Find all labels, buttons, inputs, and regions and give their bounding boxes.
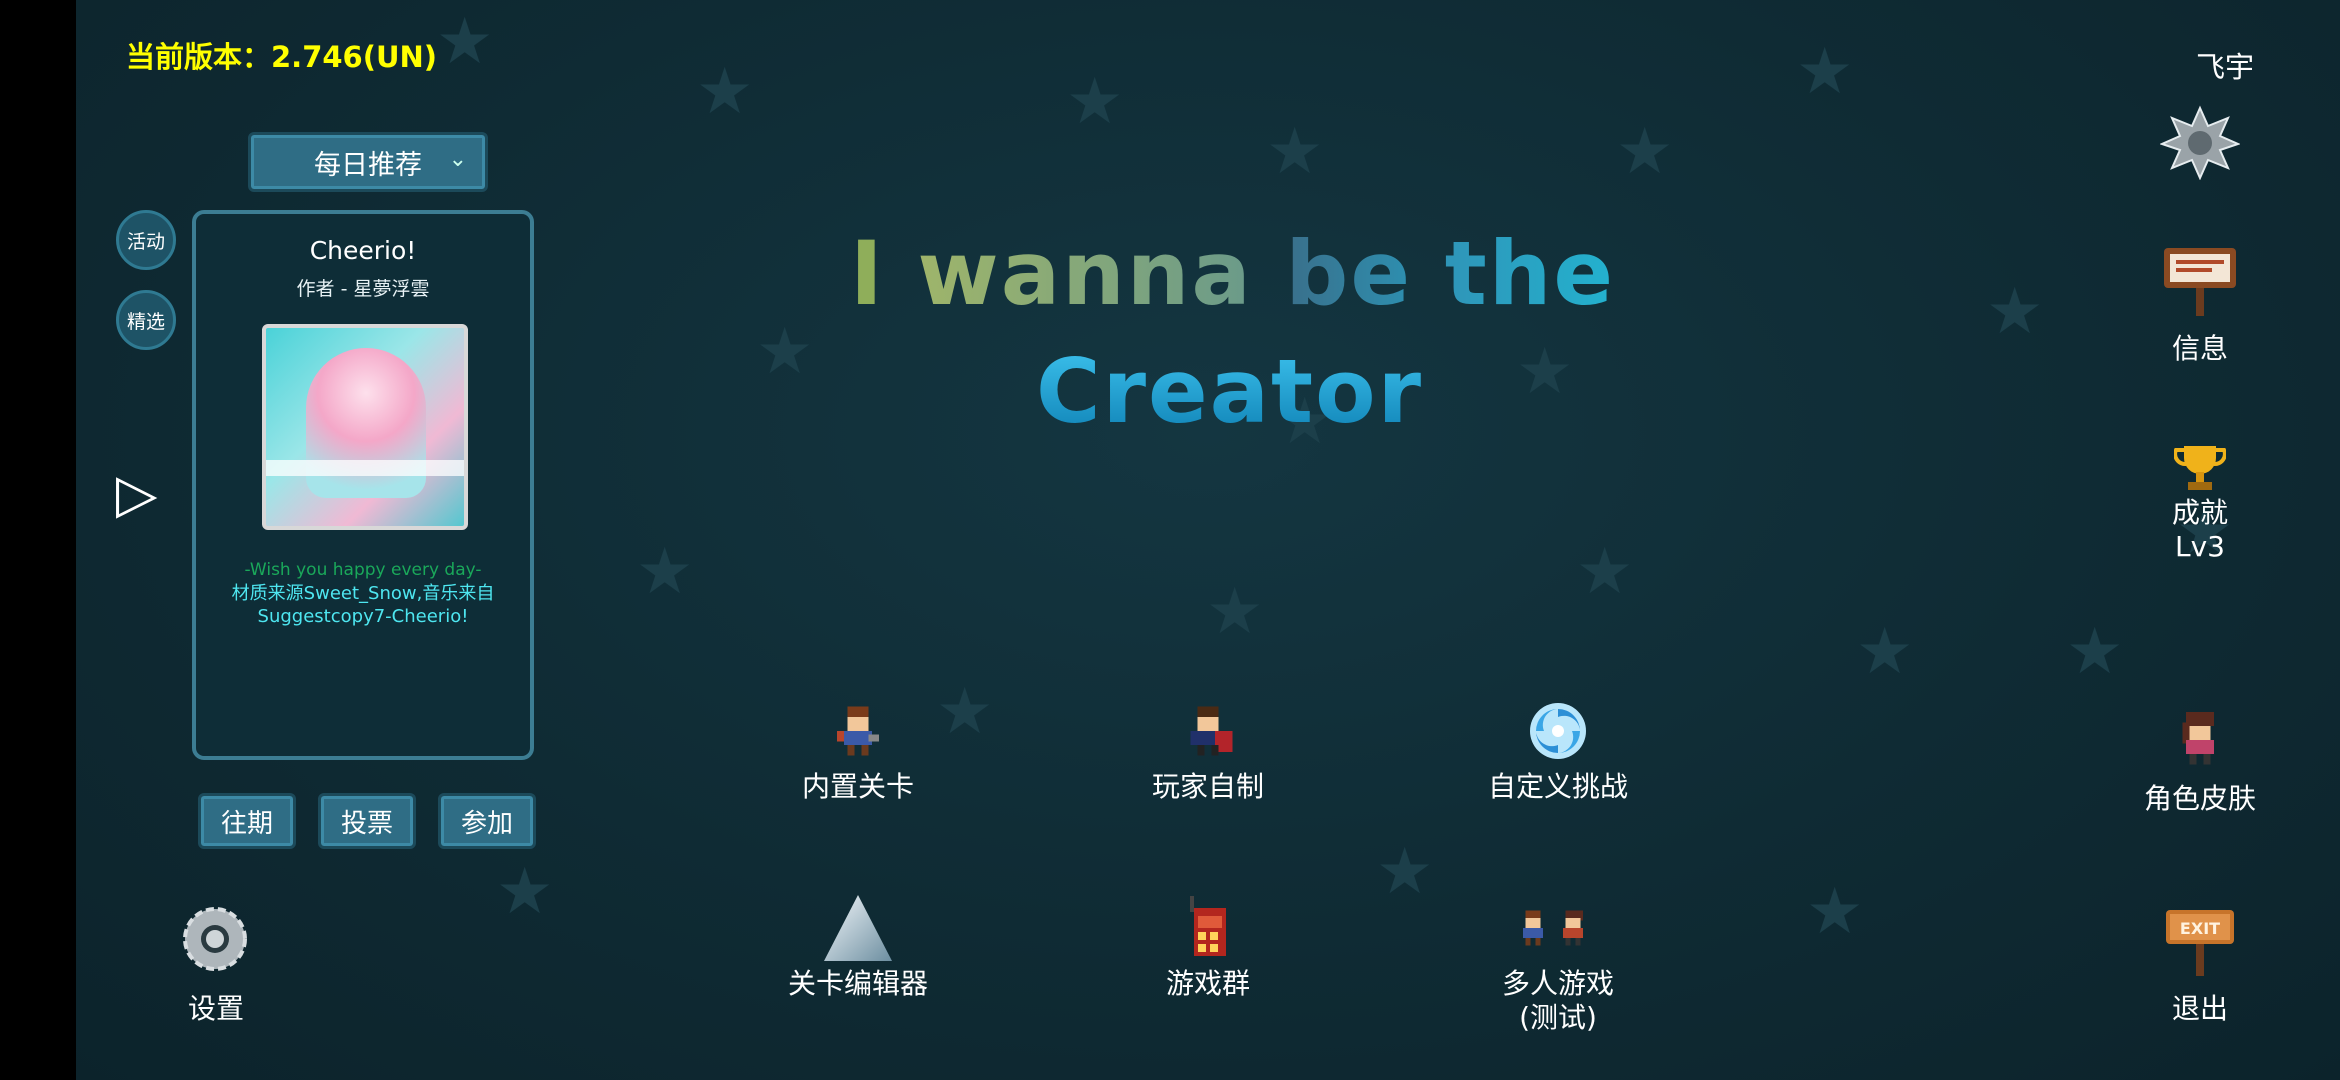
character-skin-icon[interactable] [2172, 712, 2228, 772]
title-word-be: be [1285, 222, 1413, 325]
level-title: Cheerio! [309, 236, 417, 265]
activity-button[interactable]: 活动 [116, 210, 176, 270]
achievement-level: Lv3 [2175, 530, 2225, 563]
featured-button[interactable]: 精选 [116, 290, 176, 350]
star-decoration: ★ [436, 5, 494, 79]
dropdown-selected: 每日推荐 [314, 149, 422, 181]
character-skin-label[interactable]: 角色皮肤 [2125, 782, 2275, 815]
recommend-dropdown[interactable]: 每日推荐 ⌄ [248, 132, 488, 192]
star-decoration: ★ [1206, 575, 1264, 649]
star-decoration: ★ [636, 535, 694, 609]
past-button-label: 往期 [220, 808, 273, 839]
past-button[interactable]: 往期 [198, 793, 296, 849]
game-title-line2: Creator [1036, 340, 1423, 443]
achievement-label[interactable]: 成就 [2140, 496, 2260, 529]
star-decoration: ★ [1516, 335, 1574, 409]
join-button-label: 参加 [460, 808, 513, 839]
daily-level-card[interactable]: Cheerio! 作者 - 星夢浮雲 -Wish you happy every… [192, 210, 534, 760]
level-description-line2: 材质来源Sweet_Snow,音乐来自Suggestcopy7-Cheerio! [231, 583, 495, 627]
thumbnail-band [266, 460, 464, 476]
star-decoration: ★ [1796, 35, 1854, 109]
multiplayer-button[interactable]: 多人游戏 (测试) [1443, 895, 1673, 1035]
exit-sign-text: EXIT [2180, 919, 2220, 938]
multiplayer-test-label: (测试) [1519, 1001, 1597, 1034]
settings-label[interactable]: 设置 [156, 992, 276, 1025]
play-icon[interactable]: ▷ [116, 462, 158, 525]
exit-button[interactable]: 退出 [2140, 992, 2260, 1025]
level-author: 作者 - 星夢浮雲 [296, 278, 430, 300]
level-description-line1: -Wish you happy every day- [244, 560, 482, 580]
kid-sprite-icon [743, 698, 973, 764]
game-title-line1: I wanna be the [850, 222, 1615, 325]
level-editor-button[interactable]: 关卡编辑器 [743, 895, 973, 1001]
gear-icon[interactable] [2159, 104, 2241, 184]
screen-left-bar [0, 0, 76, 1080]
title-word-wanna: wanna [917, 222, 1253, 325]
swirl-icon [1443, 698, 1673, 764]
title-word-i: I [850, 222, 885, 325]
phone-icon [1093, 895, 1323, 961]
info-sign-icon[interactable] [2160, 244, 2240, 320]
star-decoration: ★ [1266, 115, 1324, 189]
triangle-icon [743, 895, 973, 961]
chevron-down-icon: ⌄ [448, 147, 467, 172]
level-editor-label: 关卡编辑器 [787, 967, 928, 1000]
builtin-levels-button[interactable]: 内置关卡 [743, 698, 973, 804]
game-group-button[interactable]: 游戏群 [1093, 895, 1323, 1001]
vote-button-label: 投票 [340, 808, 393, 839]
star-decoration: ★ [1986, 275, 2044, 349]
builtin-levels-label: 内置关卡 [801, 770, 914, 803]
multiplayer-label: 多人游戏 [1501, 967, 1614, 1000]
version-label: 当前版本：2.746(UN) [126, 40, 438, 74]
star-decoration: ★ [1616, 115, 1674, 189]
exit-sign-icon[interactable]: EXIT [2160, 902, 2240, 980]
activity-button-label: 活动 [126, 230, 165, 253]
star-decoration: ★ [1806, 875, 1864, 949]
title-word-the: the [1444, 222, 1616, 325]
star-decoration: ★ [1376, 835, 1434, 909]
star-decoration: ★ [756, 315, 814, 389]
star-decoration: ★ [696, 55, 754, 129]
join-button[interactable]: 参加 [438, 793, 536, 849]
username: 飞宇 [2195, 50, 2254, 84]
level-thumbnail[interactable] [262, 324, 468, 530]
star-decoration: ★ [2066, 615, 2124, 689]
star-decoration: ★ [1856, 615, 1914, 689]
trophy-icon[interactable] [2173, 444, 2227, 498]
star-decoration: ★ [1576, 535, 1634, 609]
vote-button[interactable]: 投票 [318, 793, 416, 849]
player-made-label: 玩家自制 [1151, 770, 1264, 803]
game-group-label: 游戏群 [1165, 967, 1250, 1000]
featured-button-label: 精选 [126, 310, 165, 333]
custom-challenge-label: 自定义挑战 [1487, 770, 1628, 803]
star-decoration: ★ [1066, 65, 1124, 139]
star-decoration: ★ [496, 855, 554, 929]
player-made-button[interactable]: 玩家自制 [1093, 698, 1323, 804]
two-kids-icon [1443, 895, 1673, 961]
custom-challenge-button[interactable]: 自定义挑战 [1443, 698, 1673, 804]
caped-kid-icon [1093, 698, 1323, 764]
settings-gear-icon[interactable] [180, 904, 250, 978]
info-button[interactable]: 信息 [2140, 332, 2260, 365]
